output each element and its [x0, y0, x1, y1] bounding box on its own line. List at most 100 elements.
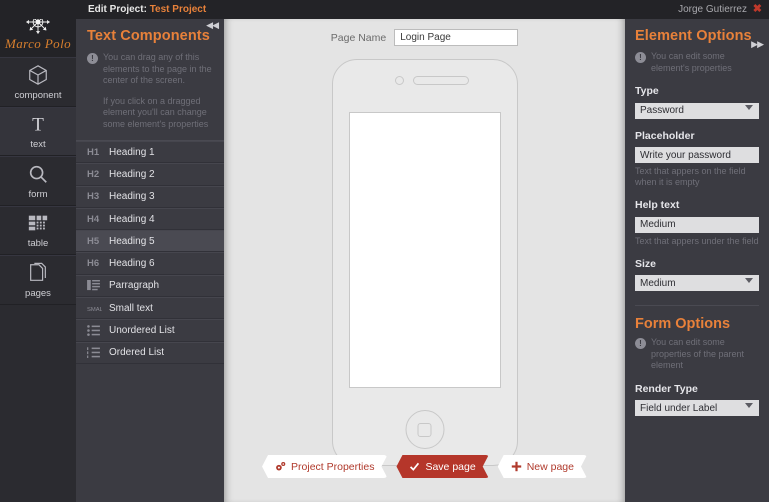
panel-note-text-2: If you click on a dragged element you'll…	[103, 95, 209, 129]
list-item[interactable]: H3 Heading 3	[76, 185, 224, 208]
type-select[interactable]	[635, 102, 759, 119]
left-rail: Marco Polo component T text form table p…	[0, 0, 76, 502]
component-tag: H5	[87, 235, 100, 247]
letter-t-icon: T	[27, 112, 49, 136]
panel-note-text: You can drag any of this elements to the…	[103, 52, 212, 85]
action-button-bar: Project Properties Save page New page	[224, 455, 625, 478]
app-root: Edit Project: Test Project Jorge Gutierr…	[0, 0, 769, 502]
sidebar-item-form[interactable]: form	[0, 156, 76, 206]
edit-project-label: Edit Project:	[88, 4, 147, 15]
sidebar-label: component	[14, 89, 62, 101]
form-options-note: ! You can edit some properties of the pa…	[635, 332, 759, 372]
render-type-select[interactable]	[635, 400, 759, 416]
panel-note-text: You can edit some element's properties	[651, 51, 732, 73]
placeholder-hint: Text that appers on the field when it is…	[635, 166, 746, 187]
component-label: Ordered List	[109, 347, 165, 359]
svg-text:T: T	[32, 115, 44, 136]
phone-mockup	[331, 59, 518, 466]
bullet-list-icon	[87, 325, 109, 336]
component-label: Heading 5	[109, 235, 155, 247]
component-tag: H6	[87, 258, 100, 270]
camera-dot-icon	[394, 76, 404, 85]
double-chevron-left-icon[interactable]: ◀◀	[206, 20, 219, 31]
home-button-square	[417, 422, 432, 437]
sidebar-label: text	[30, 139, 46, 151]
component-label: Heading 6	[109, 258, 155, 270]
button-label: Save page	[425, 460, 476, 473]
list-item[interactable]: Unordered List	[76, 319, 224, 342]
list-item[interactable]: H4 Heading 4	[76, 207, 224, 231]
component-list: H1 Heading 1 H2 Heading 2 H3 Heading 3 H…	[76, 140, 224, 364]
size-select-wrap	[635, 273, 759, 291]
size-field-label: Size	[635, 257, 657, 270]
double-chevron-right-icon[interactable]: ▶▶	[751, 39, 764, 50]
placeholder-input[interactable]	[635, 147, 759, 163]
svg-text:SMALL: SMALL	[87, 307, 102, 313]
phone-screen-dropzone[interactable]	[348, 112, 501, 388]
component-label: Heading 1	[109, 146, 155, 158]
text-components-panel: Text Components ◀◀ ! You can drag any of…	[76, 19, 224, 502]
list-item[interactable]: SMALL Small text	[76, 297, 224, 320]
help-text-hint: Text that appers under the field	[635, 235, 759, 246]
sidebar-label: table	[27, 238, 49, 250]
home-button-icon	[405, 410, 444, 449]
size-select[interactable]	[635, 275, 759, 291]
check-icon	[409, 461, 420, 472]
small-text-icon: SMALL	[87, 304, 109, 313]
type-select-wrap	[635, 100, 759, 119]
brand-name: Marco Polo	[5, 36, 71, 51]
new-page-button[interactable]: New page	[498, 455, 587, 478]
element-options-panel: Element Options ▶▶ ! You can edit some e…	[625, 19, 769, 502]
sidebar-item-text[interactable]: T text	[0, 106, 76, 156]
component-label: Small text	[109, 302, 153, 314]
component-label: Heading 3	[109, 191, 155, 203]
sidebar-label: pages	[25, 287, 51, 299]
render-type-select-wrap	[635, 398, 759, 416]
project-properties-button[interactable]: Project Properties	[262, 455, 387, 478]
component-label: Parragraph	[109, 280, 160, 292]
form-options-title: Form Options	[635, 316, 731, 332]
top-bar: Edit Project: Test Project Jorge Gutierr…	[0, 0, 769, 19]
panel-note: ! You can edit some element's properties	[635, 46, 759, 74]
placeholder-field-label: Placeholder	[635, 129, 695, 142]
panel-title: Text Components	[87, 28, 210, 44]
component-tag: H4	[87, 213, 100, 225]
paragraph-lines-icon	[87, 280, 109, 291]
list-item[interactable]: H1 Heading 1	[76, 141, 224, 164]
list-item[interactable]: Ordered List	[76, 341, 224, 364]
render-type-label: Render Type	[635, 382, 698, 395]
list-item[interactable]: H6 Heading 6	[76, 252, 224, 275]
sidebar-item-pages[interactable]: pages	[0, 255, 76, 305]
list-item[interactable]: H2 Heading 2	[76, 163, 224, 186]
panel-title: Element Options	[635, 28, 752, 44]
sidebar-item-component[interactable]: component	[0, 57, 76, 107]
panel-note-1: ! You can drag any of this elements to t…	[76, 46, 224, 87]
page-name-input[interactable]	[394, 29, 519, 46]
pages-copy-icon	[27, 261, 49, 285]
table-grid-icon	[27, 211, 49, 235]
component-label: Heading 2	[109, 168, 155, 180]
close-x-icon[interactable]: ✖	[753, 4, 762, 15]
component-label: Heading 4	[109, 213, 155, 225]
list-item[interactable]: H5 Heading 5	[76, 230, 224, 253]
info-icon: !	[635, 338, 646, 349]
gears-icon	[275, 461, 286, 472]
cube-icon	[27, 63, 49, 87]
component-tag: H2	[87, 168, 100, 180]
save-page-button[interactable]: Save page	[396, 455, 488, 478]
info-icon: !	[635, 52, 646, 63]
sidebar-label: form	[28, 188, 48, 200]
help-text-input[interactable]	[635, 216, 759, 233]
panel-header: Text Components ◀◀	[76, 19, 224, 46]
speaker-slot-icon	[412, 76, 469, 85]
form-note-text: You can edit some properties of the pare…	[651, 337, 745, 370]
page-name-row: Page Name	[224, 19, 625, 46]
help-text-field-label: Help text	[635, 199, 680, 211]
list-item[interactable]: Parragraph	[76, 274, 224, 298]
type-field-label: Type	[635, 85, 659, 97]
magnifier-icon	[27, 162, 49, 186]
sidebar-item-table[interactable]: table	[0, 205, 76, 255]
numbered-list-icon	[87, 347, 109, 359]
info-icon: !	[87, 53, 98, 64]
user-name: Jorge Gutierrez	[678, 4, 747, 15]
